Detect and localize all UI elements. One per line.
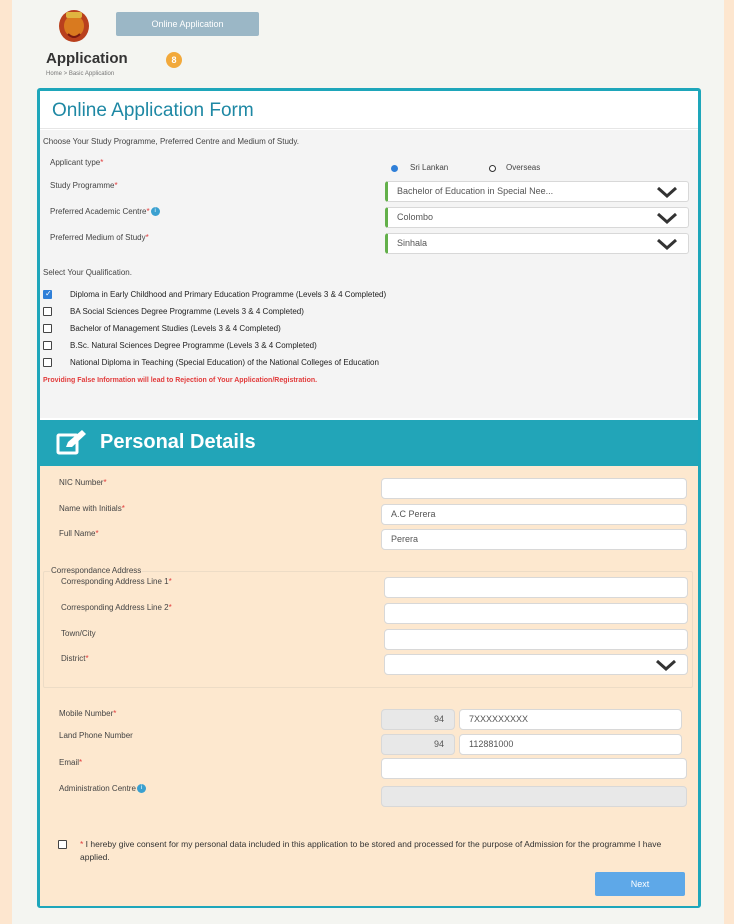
district-select[interactable]	[384, 654, 688, 675]
email-label: Email*	[59, 758, 83, 767]
study-programme-label: Study Programme*	[50, 181, 118, 190]
qualification-label: National Diploma in Teaching (Special Ed…	[70, 358, 379, 367]
admin-centre-input	[381, 786, 687, 807]
full-name-label: Full Name*	[59, 529, 99, 538]
medium-value: Sinhala	[397, 238, 428, 248]
academic-centre-value: Colombo	[397, 212, 434, 222]
name-initials-input[interactable]: A.C Perera	[381, 504, 687, 525]
title-badge: 8	[166, 52, 182, 68]
consent-text: * I hereby give consent for my personal …	[80, 839, 662, 862]
qualification-label: B.Sc. Natural Sciences Degree Programme …	[70, 341, 317, 350]
qualification-checkbox[interactable]	[43, 307, 52, 316]
academic-centre-select[interactable]: Colombo	[385, 207, 689, 228]
town-label: Town/City	[61, 629, 96, 638]
address2-label: Corresponding Address Line 2*	[61, 603, 172, 612]
medium-label: Preferred Medium of Study*	[50, 233, 149, 242]
breadcrumb[interactable]: Home > Basic Application	[46, 71, 114, 77]
next-button[interactable]: Next	[595, 872, 685, 896]
personal-details-header: Personal Details	[40, 420, 698, 466]
consent-checkbox[interactable]	[58, 840, 67, 849]
qualification-label: BA Social Sciences Degree Programme (Lev…	[70, 307, 304, 316]
false-information-warning: Providing False Information will lead to…	[43, 377, 318, 384]
land-country-code: 94	[381, 734, 455, 755]
email-input[interactable]	[381, 758, 687, 779]
qualification-checkbox[interactable]	[43, 289, 52, 299]
applicant-type-label: Applicant type*	[50, 158, 104, 167]
address2-input[interactable]	[384, 603, 688, 624]
chevron-down-icon	[657, 186, 677, 198]
info-icon[interactable]: i	[136, 784, 146, 794]
qualification-label: Diploma in Early Childhood and Primary E…	[70, 290, 387, 299]
mobile-label: Mobile Number*	[59, 709, 117, 718]
study-programme-value: Bachelor of Education in Special Nee...	[397, 186, 554, 196]
qualification-label: Bachelor of Management Studies (Levels 3…	[70, 324, 281, 333]
nic-label: NIC Number*	[59, 478, 107, 487]
medium-select[interactable]: Sinhala	[385, 233, 689, 254]
study-programme-select[interactable]: Bachelor of Education in Special Nee...	[385, 181, 689, 202]
name-initials-label: Name with Initials*	[59, 504, 125, 513]
application-form-card: Online Application Form Choose Your Stud…	[37, 88, 701, 908]
correspondence-address-group: Correspondance Address Corresponding Add…	[43, 566, 693, 688]
personal-details-body: NIC Number* Name with Initials* A.C Pere…	[40, 466, 698, 906]
qualification-instruction: Select Your Qualification.	[43, 268, 132, 277]
edit-icon	[56, 430, 86, 455]
correspondence-legend: Correspondance Address	[50, 566, 143, 575]
district-label: District*	[61, 654, 89, 663]
page-title: Application	[46, 50, 128, 67]
radio-sri-lankan[interactable]	[391, 165, 398, 172]
mobile-input[interactable]: 7XXXXXXXXX	[459, 709, 682, 730]
info-icon[interactable]: i	[150, 207, 160, 217]
radio-overseas-label: Overseas	[506, 163, 541, 172]
form-header: Online Application Form	[40, 91, 698, 129]
personal-details-title: Personal Details	[100, 431, 256, 453]
radio-sri-lankan-label: Sri Lankan	[410, 163, 449, 172]
university-crest-logo	[52, 4, 96, 44]
admin-centre-label: Administration Centre i	[59, 784, 146, 794]
form-title: Online Application Form	[52, 100, 254, 121]
full-name-input[interactable]: Perera	[381, 529, 687, 550]
nic-input[interactable]	[381, 478, 687, 499]
chevron-down-icon	[657, 212, 677, 224]
chevron-down-icon	[656, 659, 676, 671]
town-input[interactable]	[384, 629, 688, 650]
qualification-checkbox[interactable]	[43, 358, 52, 367]
address1-input[interactable]	[384, 577, 688, 598]
academic-centre-label: Preferred Academic Centre* i	[50, 207, 160, 217]
study-instruction: Choose Your Study Programme, Preferred C…	[43, 137, 299, 146]
radio-overseas[interactable]	[489, 165, 496, 172]
chevron-down-icon	[657, 238, 677, 250]
study-selection-section: Choose Your Study Programme, Preferred C…	[40, 130, 698, 418]
online-application-button[interactable]: Online Application	[116, 12, 259, 36]
address1-label: Corresponding Address Line 1*	[61, 577, 172, 586]
qualification-checkbox[interactable]	[43, 324, 52, 333]
qualification-checkbox[interactable]	[43, 341, 52, 350]
land-phone-input[interactable]: 112881000	[459, 734, 682, 755]
mobile-country-code: 94	[381, 709, 455, 730]
land-phone-label: Land Phone Number	[59, 731, 133, 740]
